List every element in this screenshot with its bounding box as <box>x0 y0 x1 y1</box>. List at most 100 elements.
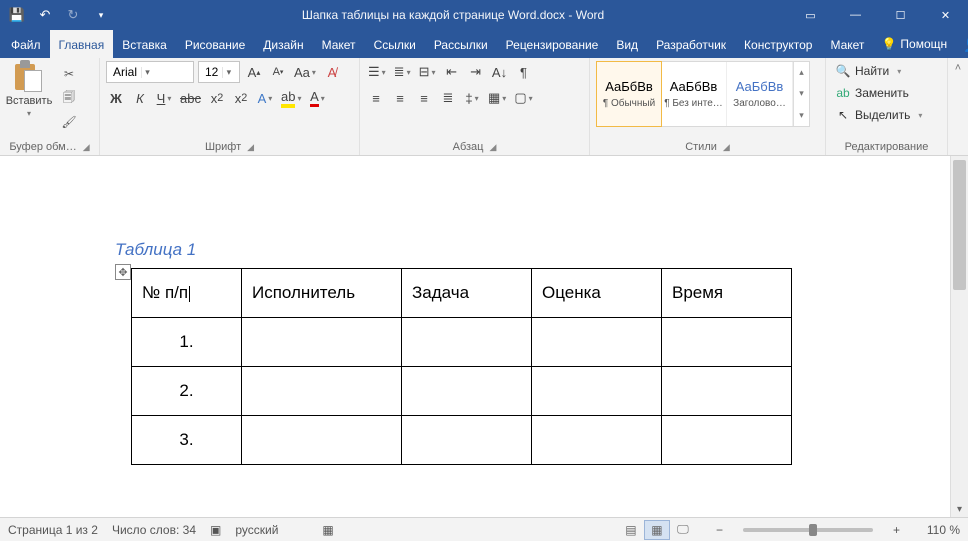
maximize-icon[interactable]: ☐ <box>878 0 923 30</box>
zoom-slider[interactable] <box>743 528 873 532</box>
document-area: Таблица 1 ✥ № п/п Исполнитель Задача Оце… <box>0 156 968 517</box>
borders-icon[interactable]: ▢▾ <box>512 87 534 109</box>
tab-file[interactable]: Файл <box>2 30 50 58</box>
page[interactable]: Таблица 1 ✥ № п/п Исполнитель Задача Оце… <box>45 180 905 465</box>
table-row[interactable]: 1. <box>132 318 792 367</box>
dialog-launcher-icon[interactable]: ◢ <box>489 142 496 153</box>
shading-icon[interactable]: ▦▾ <box>486 87 508 109</box>
bullets-icon[interactable]: ☰▾ <box>366 61 388 83</box>
line-spacing-icon[interactable]: ‡▾ <box>462 87 482 109</box>
zoom-in-icon[interactable]: + <box>887 523 906 537</box>
style-normal[interactable]: АаБбВв¶ Обычный <box>596 61 662 127</box>
style-no-spacing[interactable]: АаБбВв¶ Без инте… <box>661 62 727 126</box>
subscript-icon[interactable]: x2 <box>207 87 227 109</box>
underline-icon[interactable]: Ч▾ <box>154 87 174 109</box>
redo-icon[interactable]: ↻ <box>60 2 86 28</box>
font-color-icon[interactable]: A▾ <box>307 87 327 109</box>
highlight-icon[interactable]: ab▾ <box>279 87 303 109</box>
undo-icon[interactable]: ↶ <box>32 2 58 28</box>
table-header-cell[interactable]: Задача <box>402 269 532 318</box>
share-icon[interactable]: 👤 <box>955 36 968 53</box>
tab-layout2[interactable]: Макет <box>821 30 873 58</box>
sort-icon[interactable]: A↓ <box>490 61 510 83</box>
cut-icon[interactable]: ✂ <box>58 63 80 85</box>
macro-icon[interactable]: ▦ <box>322 523 333 537</box>
document-table[interactable]: № п/п Исполнитель Задача Оценка Время 1.… <box>131 268 792 465</box>
dialog-launcher-icon[interactable]: ◢ <box>247 142 254 153</box>
style-heading1[interactable]: АаБбВвЗаголово… <box>727 62 793 126</box>
align-center-icon[interactable]: ≡ <box>390 87 410 109</box>
scroll-thumb[interactable] <box>953 160 966 290</box>
italic-icon[interactable]: К <box>130 87 150 109</box>
zoom-level[interactable]: 110 % <box>920 523 960 537</box>
multilevel-icon[interactable]: ⊟▾ <box>417 61 438 83</box>
font-size-combo[interactable]: 12▾ <box>198 61 240 83</box>
tab-draw[interactable]: Рисование <box>176 30 254 58</box>
font-name-combo[interactable]: Arial▾ <box>106 61 194 83</box>
scroll-down-icon[interactable]: ▾ <box>951 501 968 517</box>
pilcrow-icon[interactable]: ¶ <box>514 61 534 83</box>
dialog-launcher-icon[interactable]: ◢ <box>83 142 90 153</box>
dialog-launcher-icon[interactable]: ◢ <box>723 142 730 153</box>
text-effects-icon[interactable]: A▾ <box>255 87 275 109</box>
align-right-icon[interactable]: ≡ <box>414 87 434 109</box>
web-layout-icon[interactable]: 🖵 <box>670 520 696 540</box>
justify-icon[interactable]: ≣ <box>438 87 458 109</box>
inc-indent-icon[interactable]: ⇥ <box>466 61 486 83</box>
word-count[interactable]: Число слов: 34 <box>112 523 196 537</box>
align-left-icon[interactable]: ≡ <box>366 87 386 109</box>
table-row[interactable]: 3. <box>132 416 792 465</box>
zoom-out-icon[interactable]: − <box>710 523 729 537</box>
table-header-cell[interactable]: Исполнитель <box>242 269 402 318</box>
tab-home[interactable]: Главная <box>50 30 114 58</box>
tab-design[interactable]: Дизайн <box>254 30 312 58</box>
table-row[interactable]: 2. <box>132 367 792 416</box>
find-button[interactable]: 🔍Найти▾ <box>832 61 926 81</box>
print-layout-icon[interactable]: ▦ <box>644 520 670 540</box>
copy-icon[interactable]: 🗐 <box>58 87 80 109</box>
title-bar: 💾 ↶ ↻ ▾ Шапка таблицы на каждой странице… <box>0 0 968 30</box>
clear-format-icon[interactable]: A̸ <box>322 61 342 83</box>
tab-view[interactable]: Вид <box>607 30 647 58</box>
tab-developer[interactable]: Разработчик <box>647 30 735 58</box>
table-header-cell[interactable]: Время <box>662 269 792 318</box>
save-icon[interactable]: 💾 <box>4 2 30 28</box>
read-mode-icon[interactable]: ▤ <box>618 520 644 540</box>
close-icon[interactable]: ✕ <box>923 0 968 30</box>
paste-button[interactable]: Вставить ▾ <box>6 61 52 118</box>
styles-gallery[interactable]: АаБбВв¶ Обычный АаБбВв¶ Без инте… АаБбВв… <box>596 61 810 127</box>
table-header-cell[interactable]: № п/п <box>132 269 242 318</box>
tab-references[interactable]: Ссылки <box>365 30 425 58</box>
dec-indent-icon[interactable]: ⇤ <box>442 61 462 83</box>
shrink-font-icon[interactable]: A▾ <box>268 61 288 83</box>
tab-layout[interactable]: Макет <box>313 30 365 58</box>
replace-icon: ab <box>836 86 850 100</box>
tab-review[interactable]: Рецензирование <box>497 30 608 58</box>
table-move-handle-icon[interactable]: ✥ <box>115 264 131 280</box>
format-painter-icon[interactable]: 🖌 <box>58 111 80 133</box>
tab-insert[interactable]: Вставка <box>113 30 176 58</box>
minimize-icon[interactable]: — <box>833 0 878 30</box>
replace-button[interactable]: abЗаменить <box>832 83 926 103</box>
table-header-row[interactable]: № п/п Исполнитель Задача Оценка Время <box>132 269 792 318</box>
spell-check-icon[interactable]: ▣ <box>210 523 221 537</box>
table-header-cell[interactable]: Оценка <box>532 269 662 318</box>
vertical-scrollbar[interactable]: ▴ ▾ <box>950 156 968 517</box>
strike-icon[interactable]: abc <box>178 87 203 109</box>
language-indicator[interactable]: русский <box>235 523 278 537</box>
bold-icon[interactable]: Ж <box>106 87 126 109</box>
grow-font-icon[interactable]: A▴ <box>244 61 264 83</box>
change-case-icon[interactable]: Aa▾ <box>292 61 318 83</box>
page-indicator[interactable]: Страница 1 из 2 <box>8 523 98 537</box>
numbering-icon[interactable]: ≣▾ <box>392 61 413 83</box>
table-caption[interactable]: Таблица 1 <box>115 240 905 260</box>
gallery-scroller[interactable]: ▴▾▾ <box>793 62 809 126</box>
select-button[interactable]: ↖Выделить▾ <box>832 105 926 125</box>
collapse-ribbon-icon[interactable]: ˄ <box>948 58 968 155</box>
ribbon-options-icon[interactable]: ▭ <box>788 0 833 30</box>
tell-me[interactable]: 💡Помощн <box>873 30 955 58</box>
qat-dropdown-icon[interactable]: ▾ <box>88 2 114 28</box>
tab-mailings[interactable]: Рассылки <box>425 30 497 58</box>
tab-constructor[interactable]: Конструктор <box>735 30 821 58</box>
superscript-icon[interactable]: x2 <box>231 87 251 109</box>
